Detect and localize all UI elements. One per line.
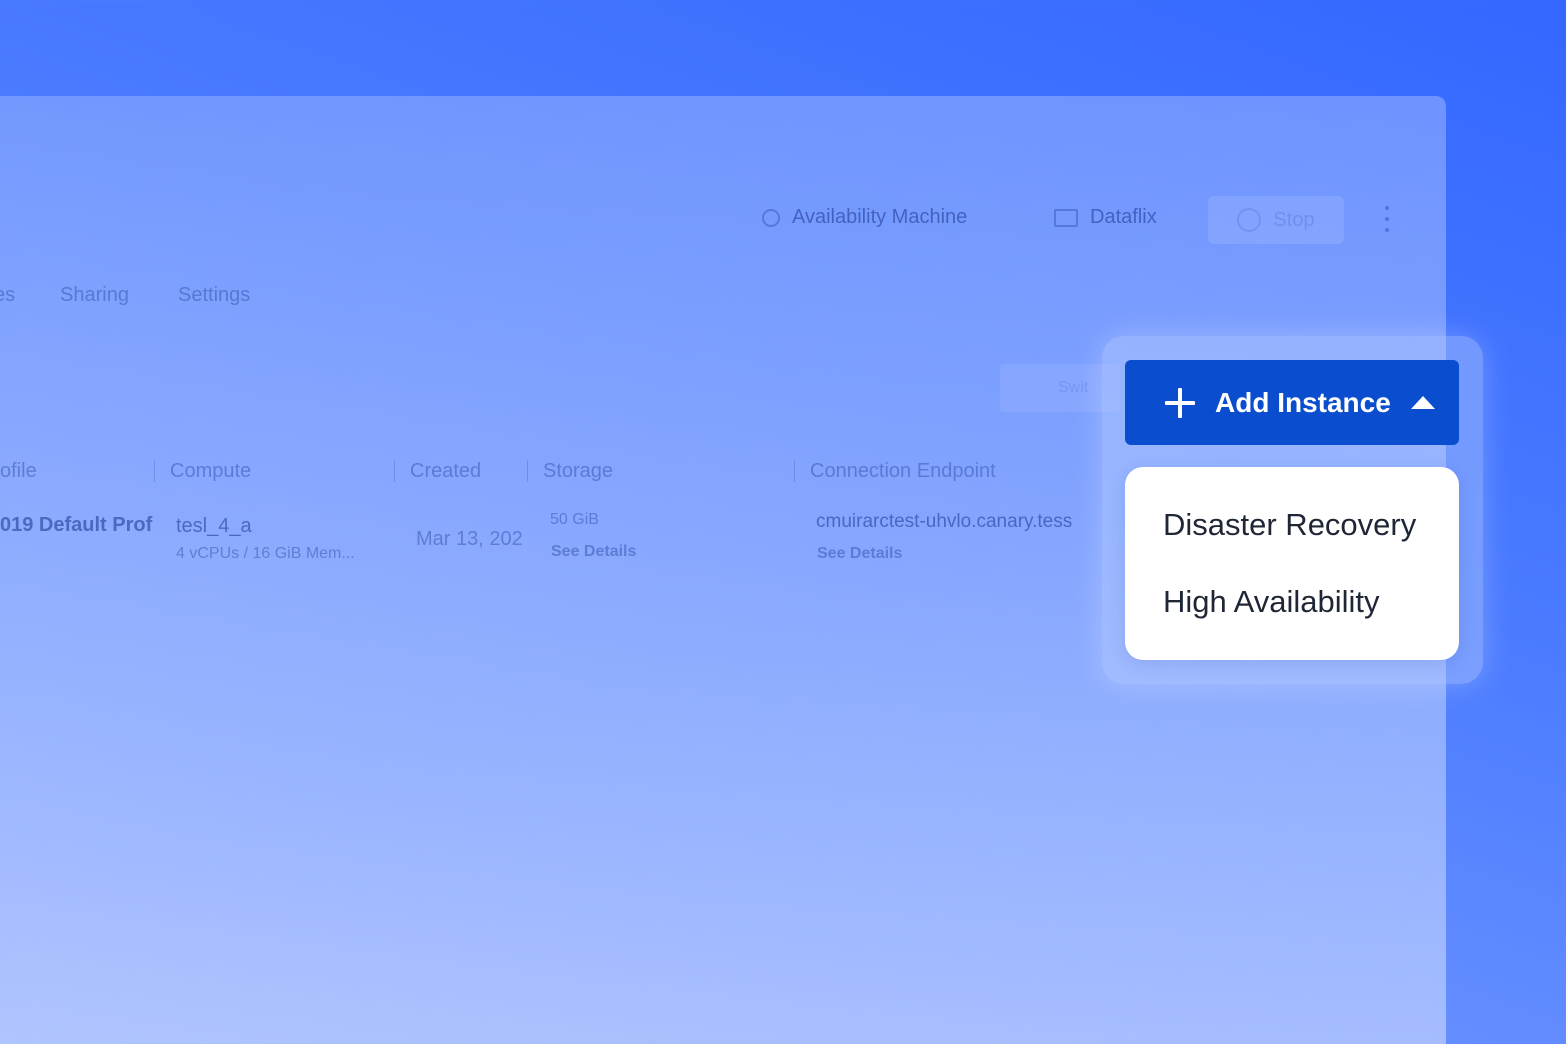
column-header-profile: ofile [0, 460, 37, 482]
menu-item-high-availability[interactable]: High Availability [1163, 584, 1380, 620]
storage-see-details-link[interactable]: See Details [551, 543, 636, 561]
plus-icon [1165, 387, 1195, 418]
add-instance-menu: Disaster Recovery High Availability [1125, 467, 1459, 660]
column-divider [394, 460, 395, 482]
cell-created: Mar 13, 202 [416, 528, 523, 550]
cell-profile: 019 Default Prof [0, 514, 153, 536]
tab-partial[interactable]: es [0, 284, 15, 307]
caret-up-icon [1410, 396, 1435, 409]
add-instance-button[interactable]: Add Instance [1125, 360, 1459, 445]
add-instance-label: Add Instance [1215, 386, 1391, 418]
column-divider [794, 460, 795, 482]
availability-machine-label: Availability Machine [792, 206, 968, 228]
column-divider [154, 460, 155, 482]
stop-label: Stop [1273, 208, 1315, 231]
cell-connection-endpoint: cmuirarctest-uhvlo.canary.tess [816, 511, 1073, 532]
clock-check-icon [762, 208, 780, 227]
column-header-created: Created [410, 460, 482, 482]
column-divider [527, 460, 528, 482]
column-header-connection-endpoint: Connection Endpoint [810, 460, 996, 482]
tab-sharing[interactable]: Sharing [60, 284, 129, 307]
cell-compute-name: tesl_4_a [176, 515, 252, 537]
tab-settings[interactable]: Settings [178, 284, 250, 307]
cell-storage-size: 50 GiB [550, 511, 599, 528]
switch-button-label: Swit [1058, 379, 1089, 396]
dataflix-label: Dataflix [1090, 206, 1157, 228]
screen-play-icon [1054, 208, 1078, 227]
stop-circle-icon [1237, 208, 1262, 232]
kebab-menu-icon[interactable] [1378, 206, 1396, 232]
stop-button[interactable]: Stop [1208, 196, 1344, 244]
availability-machine-button[interactable]: Availability Machine [762, 206, 967, 229]
menu-item-disaster-recovery[interactable]: Disaster Recovery [1163, 507, 1416, 543]
cell-compute-spec: 4 vCPUs / 16 GiB Mem... [176, 545, 355, 562]
dataflix-button[interactable]: Dataflix [1054, 206, 1157, 229]
column-header-compute: Compute [170, 460, 252, 482]
column-header-storage: Storage [543, 460, 614, 482]
endpoint-see-details-link[interactable]: See Details [817, 545, 902, 563]
